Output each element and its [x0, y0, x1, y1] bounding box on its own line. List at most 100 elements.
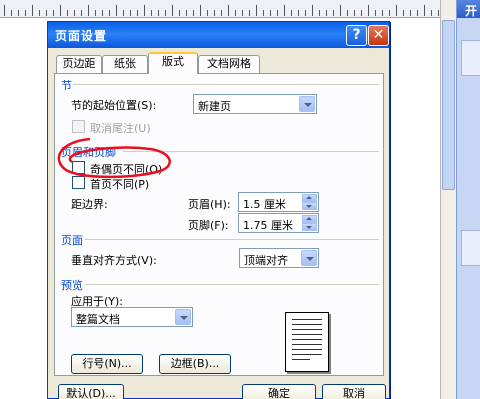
- ruler-tick: [235, 10, 236, 16]
- preview-divider: [85, 284, 379, 285]
- ruler-tick: [270, 10, 271, 16]
- tab-margins[interactable]: 页边距: [56, 55, 102, 73]
- spin-up-icon[interactable]: [302, 215, 317, 223]
- vertical-align-label: 垂直对齐方式(V):: [71, 254, 157, 267]
- section-group-title: 节: [61, 79, 72, 92]
- horizontal-ruler[interactable]: [0, 0, 440, 18]
- ruler-tick: [368, 5, 369, 16]
- ruler-tick: [207, 10, 208, 16]
- header-distance-label: 页眉(H):: [188, 198, 231, 211]
- close-button[interactable]: ✕: [368, 25, 389, 46]
- borders-button[interactable]: 边框(B)...: [159, 354, 231, 374]
- ruler-tick: [151, 10, 152, 16]
- ruler-tick: [179, 10, 180, 16]
- ruler-tick: [74, 10, 75, 16]
- cancel-button[interactable]: 取消: [322, 384, 386, 399]
- ruler-tick: [39, 10, 40, 16]
- ruler-tick: [172, 5, 173, 16]
- ruler-tick: [298, 10, 299, 16]
- ruler-tick: [193, 10, 194, 16]
- vertical-scrollbar[interactable]: [440, 0, 456, 399]
- ruler-tick: [95, 10, 96, 16]
- help-button[interactable]: ?: [346, 25, 367, 46]
- chevron-down-icon[interactable]: [175, 309, 191, 325]
- default-button[interactable]: 默认(D)...: [58, 384, 124, 399]
- ruler-tick: [326, 10, 327, 16]
- ruler-tick: [403, 10, 404, 16]
- ruler-tick: [46, 10, 47, 16]
- task-pane: 开: [456, 0, 480, 399]
- header-footer-group-title: 页眉和页脚: [61, 146, 116, 159]
- ruler-tick: [4, 5, 5, 16]
- task-pane-item[interactable]: [461, 230, 480, 266]
- footer-distance-spinner[interactable]: 1.75 厘米: [238, 213, 319, 233]
- footer-distance-value: 1.75 厘米: [243, 219, 293, 232]
- scrollbar-thumb[interactable]: [442, 20, 455, 190]
- ok-button[interactable]: 确定: [242, 384, 316, 399]
- section-divider: [73, 84, 379, 85]
- ruler-tick: [228, 5, 229, 16]
- ruler-tick: [11, 10, 12, 16]
- ruler-tick: [123, 10, 124, 16]
- ruler-tick: [81, 10, 82, 16]
- spin-down-icon[interactable]: [302, 223, 317, 231]
- page-preview: [285, 312, 329, 372]
- apply-to-value: 整篇文档: [76, 313, 120, 326]
- tab-layout[interactable]: 版式: [148, 52, 198, 74]
- ruler-tick: [144, 5, 145, 16]
- ruler-tick: [158, 10, 159, 16]
- from-edge-label: 距边界:: [71, 198, 108, 211]
- ruler-tick: [109, 10, 110, 16]
- header-distance-value: 1.5 厘米: [243, 198, 286, 211]
- ruler-tick: [256, 5, 257, 16]
- ruler-tick: [361, 10, 362, 16]
- ruler-tick: [53, 10, 54, 16]
- ruler-tick: [396, 5, 397, 16]
- ruler-tick: [137, 10, 138, 16]
- section-start-select[interactable]: 新建页: [193, 94, 317, 114]
- task-pane-item[interactable]: [461, 40, 480, 76]
- first-page-checkbox[interactable]: [72, 176, 85, 189]
- ruler-tick: [32, 5, 33, 16]
- ruler-tick: [291, 10, 292, 16]
- page-group-title: 页面: [61, 234, 83, 247]
- ruler-tick: [375, 10, 376, 16]
- vertical-align-value: 顶端对齐: [244, 254, 288, 267]
- header-distance-spinner[interactable]: 1.5 厘米: [238, 192, 319, 212]
- apply-to-select[interactable]: 整篇文档: [71, 307, 193, 327]
- ruler-tick: [221, 10, 222, 16]
- task-pane-title: 开: [457, 0, 480, 18]
- dialog-titlebar[interactable]: 页面设置 ? ✕: [48, 22, 389, 48]
- preview-group-title: 预览: [61, 279, 83, 292]
- suppress-endnotes-checkbox[interactable]: [72, 120, 85, 133]
- dialog-title: 页面设置: [55, 29, 108, 43]
- ruler-tick: [312, 5, 313, 16]
- ruler-tick: [277, 10, 278, 16]
- ruler-tick: [340, 5, 341, 16]
- ruler-tick: [389, 10, 390, 16]
- spin-down-icon[interactable]: [302, 202, 317, 210]
- section-start-value: 新建页: [198, 100, 231, 113]
- spin-up-icon[interactable]: [302, 194, 317, 202]
- ruler-tick: [263, 10, 264, 16]
- vertical-align-select[interactable]: 顶端对齐: [239, 248, 319, 268]
- chevron-down-icon[interactable]: [301, 250, 317, 266]
- tab-paper[interactable]: 纸张: [102, 55, 148, 73]
- ruler-tick: [25, 10, 26, 16]
- chevron-down-icon[interactable]: [299, 96, 315, 112]
- ruler-tick: [417, 10, 418, 16]
- layout-tab-panel: 节 节的起始位置(S): 新建页 取消尾注(U) 页眉和页脚 奇偶页不同(O) …: [54, 73, 384, 376]
- ruler-tick: [347, 10, 348, 16]
- odd-even-checkbox[interactable]: [72, 161, 85, 174]
- ruler-tick: [249, 10, 250, 16]
- ruler-tick: [67, 10, 68, 16]
- line-numbers-button[interactable]: 行号(N)...: [71, 354, 143, 374]
- suppress-endnotes-label: 取消尾注(U): [90, 122, 151, 135]
- tab-document-grid[interactable]: 文档网格: [198, 55, 260, 73]
- ruler-tick: [354, 10, 355, 16]
- help-icon: ?: [352, 27, 361, 43]
- ruler-tick: [410, 10, 411, 16]
- close-icon: ✕: [372, 27, 385, 43]
- ruler-tick: [284, 5, 285, 16]
- ruler-tick: [186, 10, 187, 16]
